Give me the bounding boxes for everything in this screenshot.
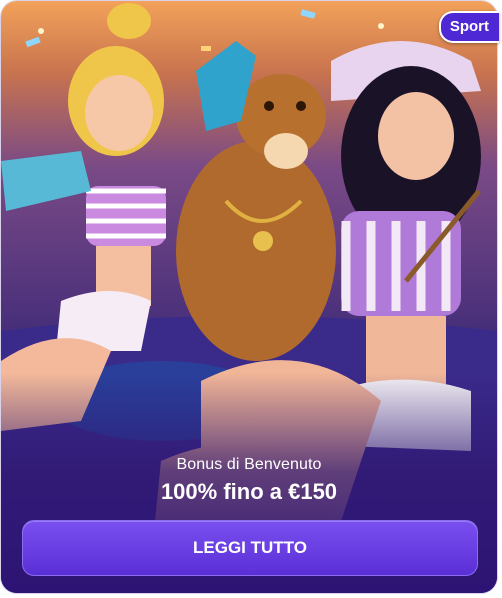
sport-badge[interactable]: Sport bbox=[438, 11, 499, 43]
read-more-button[interactable]: LEGGI TUTTO bbox=[22, 520, 478, 576]
promo-card[interactable]: Bonus di Benvenuto 100% fino a €150 LEGG… bbox=[1, 1, 497, 593]
promo-subtitle: Bonus di Benvenuto bbox=[176, 456, 322, 473]
promo-headline: 100% fino a €150 bbox=[160, 479, 338, 504]
